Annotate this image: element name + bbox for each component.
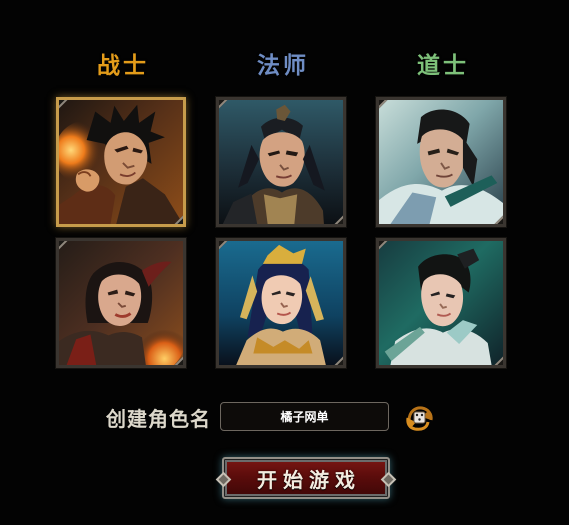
taoist-female-portrait <box>379 241 503 365</box>
warrior-male-portrait <box>59 100 183 224</box>
create-character-name-label: 创建角色名 <box>106 407 211 431</box>
class-title-taoist: 道士 <box>417 52 469 79</box>
mage-female-portrait <box>219 241 343 365</box>
start-game-button[interactable]: 开始游戏 <box>222 457 390 499</box>
start-game-label: 开始游戏 <box>257 467 361 492</box>
warrior-female-portrait <box>59 241 183 365</box>
character-card-warrior-male[interactable] <box>56 97 186 227</box>
character-card-taoist-female[interactable] <box>376 238 506 368</box>
random-dice-icon <box>406 406 433 431</box>
random-name-button[interactable] <box>404 404 434 431</box>
taoist-male-portrait <box>379 100 503 224</box>
character-card-taoist-male[interactable] <box>376 97 506 227</box>
character-name-input[interactable] <box>220 402 389 431</box>
mage-male-portrait <box>219 100 343 224</box>
character-card-warrior-female[interactable] <box>56 238 186 368</box>
character-creation-screen: 战士 法师 道士 创建角色名 橘子网单 开始游戏 <box>0 0 569 525</box>
character-card-mage-male[interactable] <box>216 97 346 227</box>
class-title-mage: 法师 <box>257 52 309 79</box>
character-card-mage-female[interactable] <box>216 238 346 368</box>
class-title-warrior: 战士 <box>97 52 149 79</box>
